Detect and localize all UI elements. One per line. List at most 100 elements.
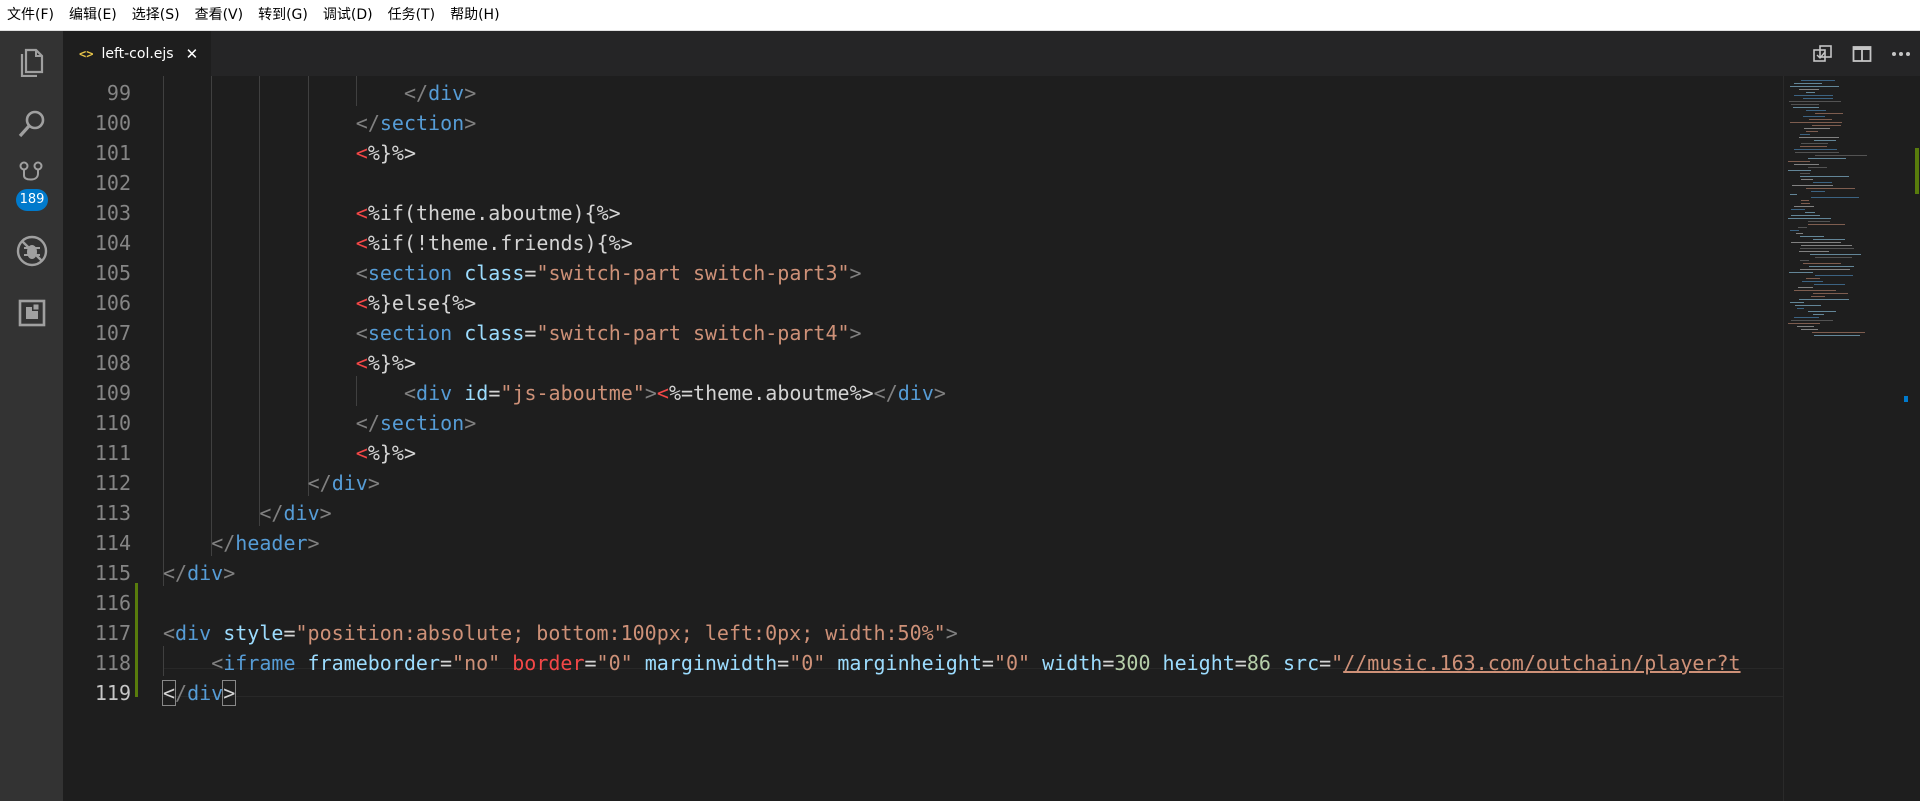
code-line[interactable]: <div id="js-aboutme"><%=theme.aboutme%><… [404,378,946,408]
code-token: %}%> [367,141,417,165]
code-line[interactable]: </div> [161,678,237,708]
code-line[interactable]: </div> [259,498,331,528]
minimap-line [1790,194,1797,195]
minimap-line [1811,296,1825,297]
code-token: div [416,381,453,405]
line-number: 100 [94,111,131,135]
minimap-line [1811,191,1825,192]
minimap-line [1805,212,1815,213]
open-changes-button[interactable] [1803,31,1842,76]
code-token: style [223,621,284,645]
code-line[interactable]: <%if(theme.aboutme){%> [356,198,621,228]
debug-button[interactable] [0,221,63,281]
menu-tasks[interactable]: 任务(T) [381,0,443,31]
more-actions-button[interactable] [1881,31,1920,76]
menu-file[interactable]: 文件(F) [0,0,62,31]
code-line[interactable]: <%}%> [356,138,416,168]
code-line[interactable]: <%}%> [356,348,416,378]
vertical-scrollbar[interactable] [1903,76,1920,801]
minimap-line [1799,299,1849,300]
code-token: "switch-part switch-part4" [536,321,850,345]
code-line[interactable]: </div> [163,558,235,588]
code-line[interactable]: <%}%> [356,438,416,468]
minimap-line [1791,215,1820,216]
code-token: < [355,261,368,285]
minimap-line [1808,158,1846,159]
line-number: 102 [94,171,131,195]
indent-guide [211,76,213,556]
code-line[interactable]: <%if(!theme.friends){%> [356,228,633,258]
code-line[interactable]: </section> [356,108,476,138]
code-line[interactable]: <iframe frameborder="no" border="0" marg… [211,648,1740,678]
code-line[interactable]: </div> [404,78,476,108]
code-token: class [464,261,525,285]
line-number: 110 [94,411,131,435]
minimap-line [1802,281,1823,282]
minimap-line [1809,119,1832,120]
tab-label: left-col.ejs [101,45,174,62]
code-token: "position:absolute; bottom:100px; left:0… [295,621,946,645]
minimap-line [1812,125,1841,126]
menu-help[interactable]: 帮助(H) [443,0,507,31]
menu-selection[interactable]: 选择(S) [125,0,188,31]
split-editor-button[interactable] [1842,31,1881,76]
extensions-button[interactable] [0,283,63,343]
code-token: "0" [596,651,633,675]
minimap-line [1788,218,1831,219]
minimap-line [1803,116,1825,117]
tab-left-col-ejs[interactable]: <> left-col.ejs ✕ [63,31,211,76]
code-token: height [1162,651,1235,675]
menu-goto[interactable]: 转到(G) [251,0,316,31]
close-icon[interactable]: ✕ [186,45,199,63]
code-token: class [464,321,525,345]
code-token: marginheight [837,651,982,675]
minimap-line [1801,245,1852,246]
code-line[interactable]: <section class="switch-part switch-part4… [356,318,862,348]
menu-edit[interactable]: 编辑(E) [62,0,125,31]
code-token: div [331,471,368,495]
line-number: 109 [94,381,131,405]
code-line[interactable]: </section> [356,408,476,438]
code-token: </ [163,561,188,585]
code-line[interactable]: <%}else{%> [356,288,476,318]
code-line[interactable]: </header> [211,528,319,558]
code-token: %if(theme.aboutme){%> [367,201,621,225]
minimap-line [1808,311,1836,312]
minimap-line [1790,86,1839,87]
code-token: width [1042,651,1103,675]
code-token: = [524,321,537,345]
minimap-line [1815,113,1843,114]
code-token: < [355,141,368,165]
minimap-line [1793,107,1819,108]
code-token: = [283,621,296,645]
code-token: < [656,381,669,405]
code-token: > [464,81,477,105]
code-token: 300 [1114,651,1151,675]
menu-debug[interactable]: 调试(D) [316,0,381,31]
code-token: %}%> [367,441,417,465]
minimap-line [1813,314,1824,315]
menu-view[interactable]: 查看(V) [188,0,252,31]
minimap-line [1788,161,1810,162]
code-line[interactable]: <div style="position:absolute; bottom:10… [163,618,958,648]
minimap-line [1790,122,1842,123]
minimap-line [1799,251,1829,252]
code-token: > [849,321,862,345]
code-token: div [897,381,934,405]
code-editor[interactable]: 99 100 101 102 103 104 105 106 107 108 109 110 111 11… [63,76,1783,801]
code-token: iframe [223,651,296,675]
minimap-line [1798,227,1807,228]
code-token: < [355,441,368,465]
minimap-line [1814,284,1845,285]
minimap[interactable] [1783,76,1903,801]
minimap-line [1806,131,1818,132]
code-line[interactable]: <section class="switch-part switch-part3… [356,258,862,288]
code-line[interactable]: </div> [308,468,380,498]
source-control-badge: 189 [16,189,48,211]
code-token: </ [873,381,898,405]
code-token: > [319,501,332,525]
explorer-button[interactable] [0,31,63,91]
